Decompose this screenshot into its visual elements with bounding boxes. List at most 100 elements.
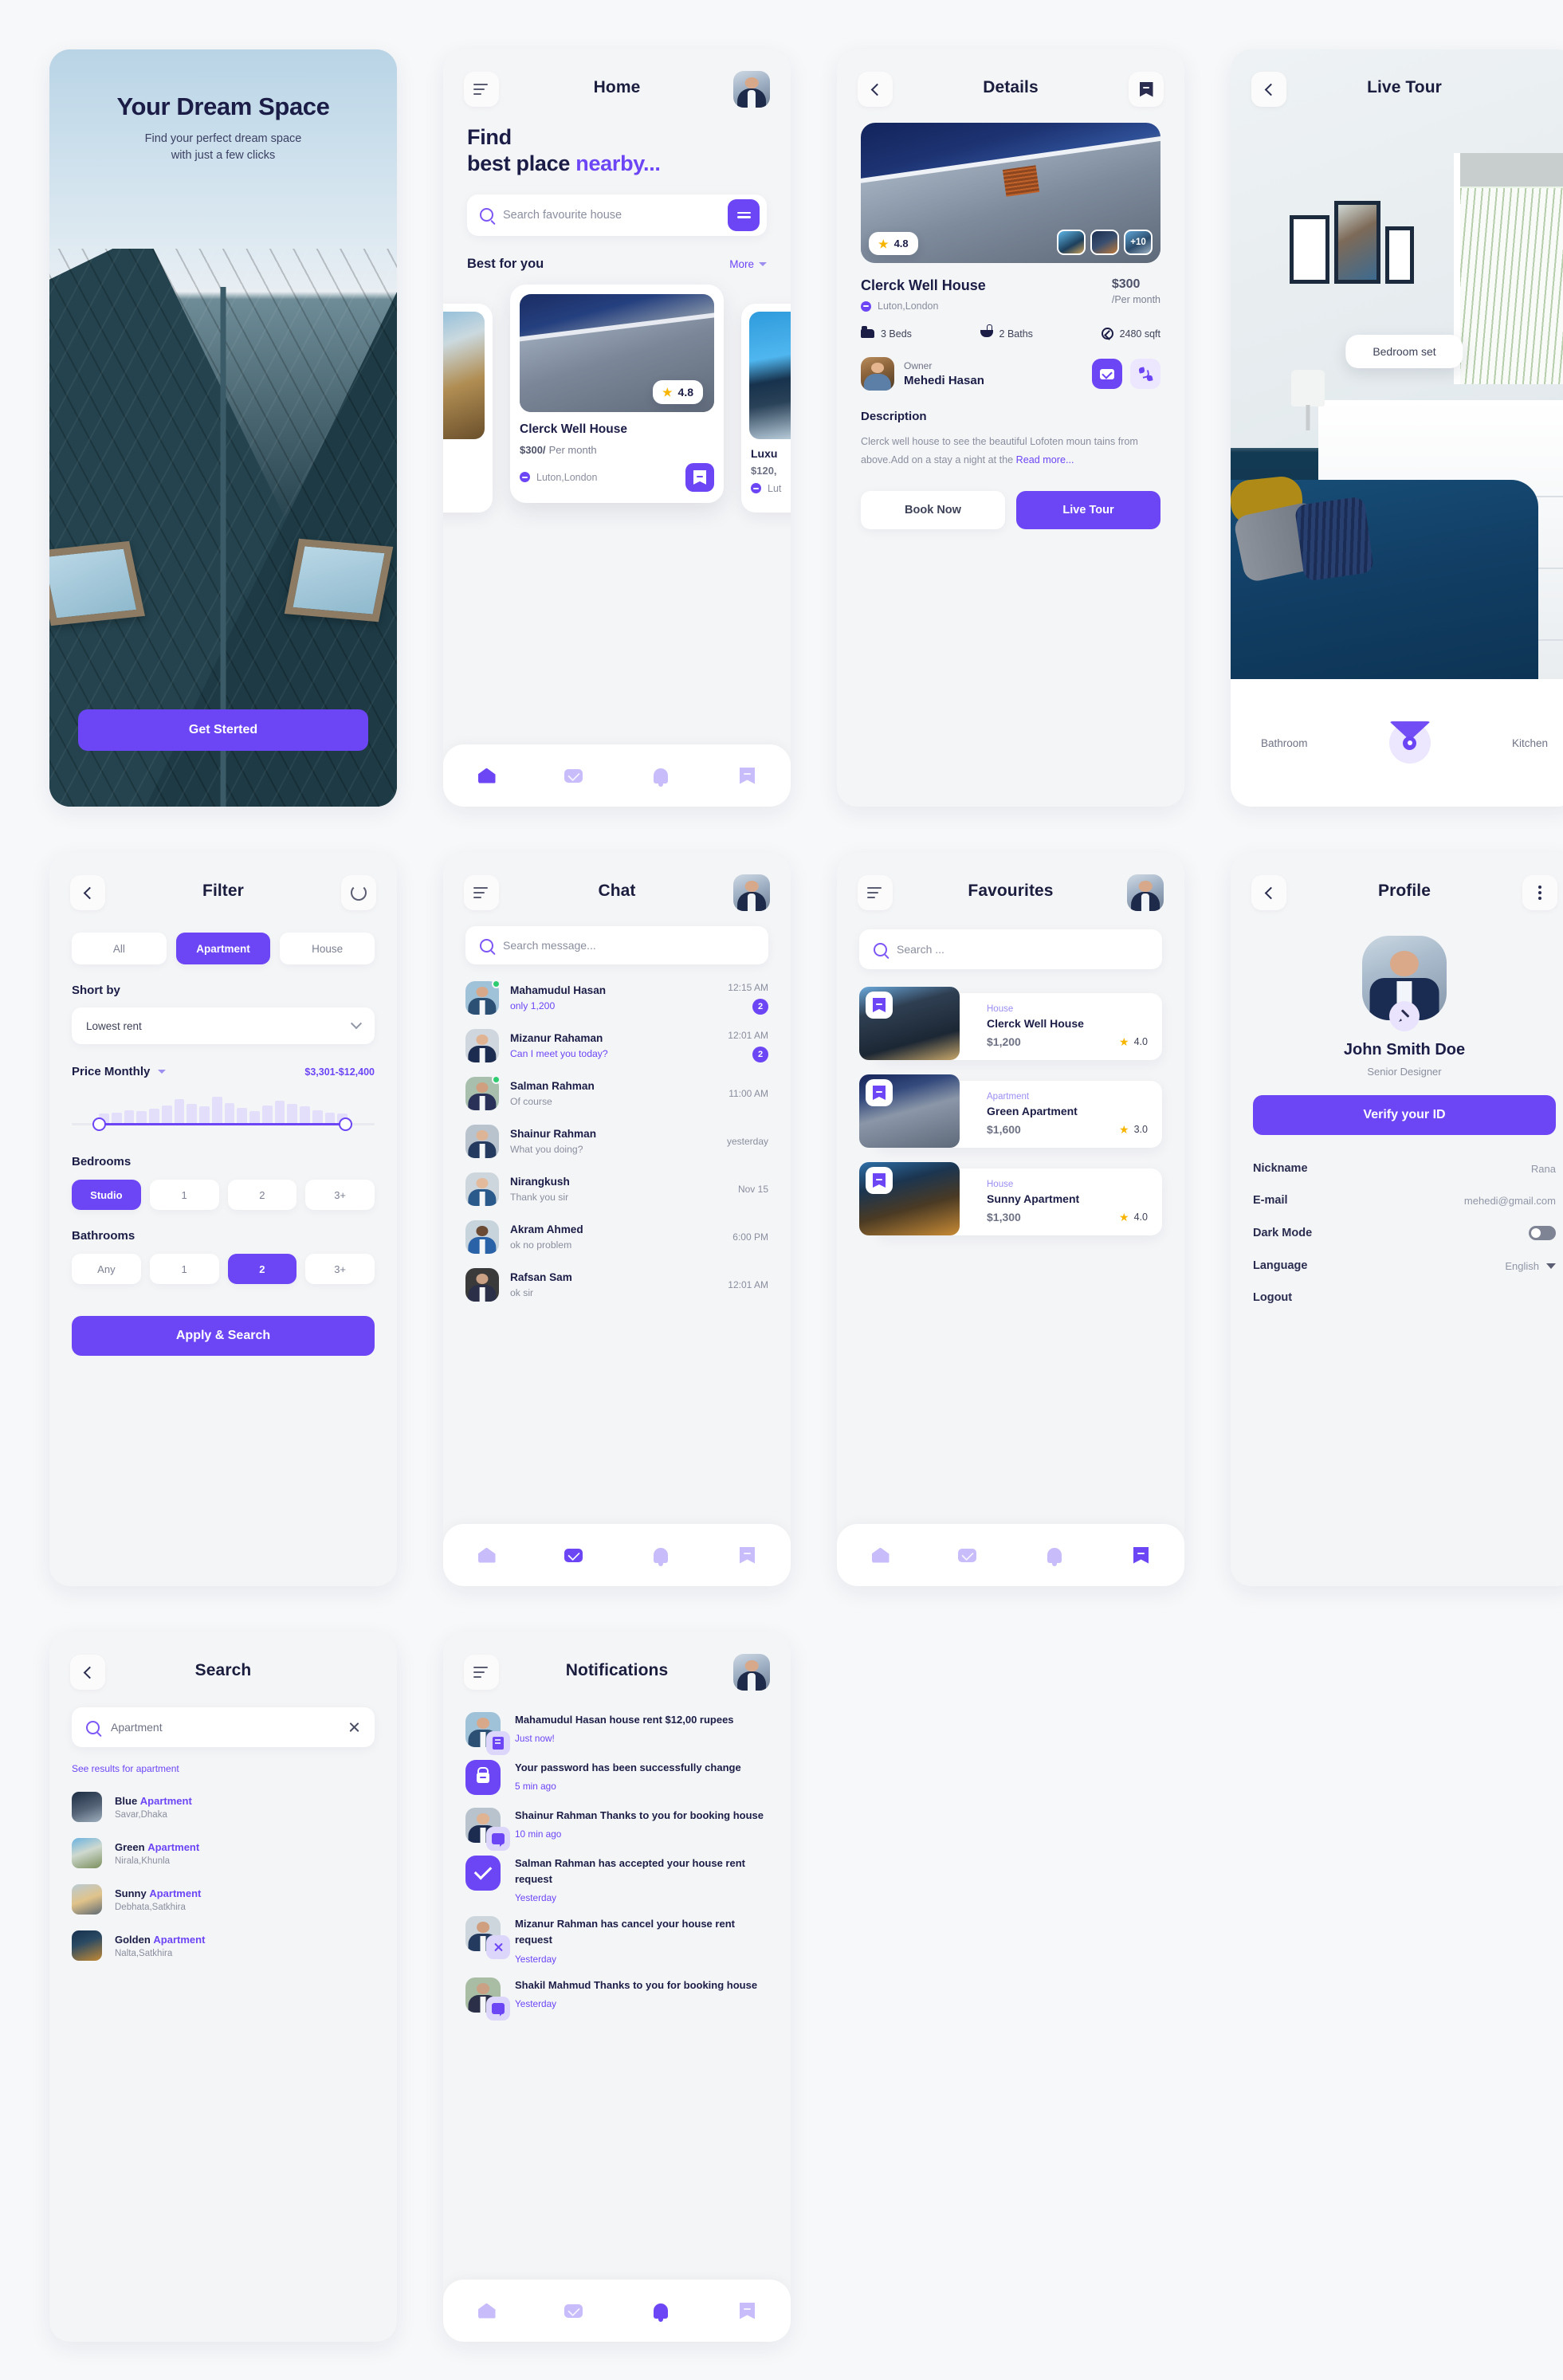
book-now-button[interactable]: Book Now (861, 490, 1005, 529)
search-result-item[interactable]: Sunny Apartment Debhata,Satkhira (72, 1878, 375, 1921)
notification-item[interactable]: Salman Rahman has accepted your house re… (465, 1856, 768, 1903)
carousel-card-left[interactable]: 0 (443, 303, 493, 513)
chat-search-bar[interactable]: Search message... (465, 926, 768, 964)
avatar[interactable] (1127, 874, 1164, 911)
bottom-tab-bar[interactable] (443, 1524, 791, 1586)
bookmark-button[interactable] (866, 1167, 893, 1194)
clear-icon[interactable] (348, 1722, 360, 1734)
bottom-tab-bar[interactable] (443, 2280, 791, 2342)
setting-language[interactable]: Language English (1253, 1259, 1556, 1272)
sort-select[interactable]: Lowest rent (72, 1007, 375, 1044)
setting-logout[interactable]: Logout (1253, 1291, 1556, 1304)
search-input[interactable]: Search favourite house (503, 209, 718, 222)
more-options-button[interactable] (1522, 875, 1557, 910)
tab-favourites[interactable] (738, 1545, 757, 1565)
chat-list-item[interactable]: Salman Rahman Of course 11:00 AM (465, 1070, 768, 1117)
tab-home[interactable] (477, 1545, 497, 1565)
notification-item[interactable]: Mahamudul Hasan house rent $12,00 rupees… (465, 1712, 768, 1755)
chat-list-item[interactable]: Rafsan Sam ok sir 12:01 AM (465, 1261, 768, 1309)
bookmark-button[interactable] (866, 1079, 893, 1106)
tab-messages[interactable] (958, 1545, 977, 1565)
slider-knob-min[interactable] (92, 1117, 106, 1131)
search-input-bar[interactable]: Apartment (72, 1707, 375, 1747)
avatar[interactable] (733, 71, 770, 108)
back-button[interactable] (70, 1655, 105, 1690)
notification-item[interactable]: Shakil Mahmud Thanks to you for booking … (465, 1977, 768, 2021)
edit-avatar-button[interactable] (1389, 1001, 1420, 1031)
avatar[interactable] (733, 1654, 770, 1691)
email-owner-button[interactable] (1092, 359, 1122, 389)
favourite-item[interactable]: Apartment Green Apartment $1,600 ★ 3.0 (859, 1074, 1162, 1148)
bedrooms-1[interactable]: 1 (149, 1180, 219, 1210)
call-owner-button[interactable] (1130, 359, 1160, 389)
bottom-tab-bar[interactable] (837, 1524, 1184, 1586)
view-direction-knob[interactable] (1388, 722, 1431, 764)
notification-item[interactable]: Shainur Rahman Thanks to you for booking… (465, 1808, 768, 1851)
back-button[interactable] (858, 72, 893, 107)
chat-list-item[interactable]: Nirangkush Thank you sir Nov 15 (465, 1165, 768, 1213)
dark-mode-toggle[interactable] (1529, 1226, 1556, 1240)
favourites-search-bar[interactable]: Search ... (859, 929, 1162, 969)
favourites-search-input[interactable]: Search ... (897, 943, 944, 956)
favourite-item[interactable]: House Sunny Apartment $1,300 ★ 4.0 (859, 1162, 1162, 1235)
tab-home[interactable] (477, 2301, 497, 2320)
tab-home[interactable] (871, 1545, 890, 1565)
search-input[interactable]: Apartment (111, 1721, 337, 1734)
price-slider[interactable] (72, 1097, 375, 1136)
tab-favourites[interactable] (738, 2301, 757, 2320)
search-result-item[interactable]: Green Apartment Nirala,Khunla (72, 1832, 375, 1875)
tab-favourites[interactable] (738, 766, 757, 785)
bathrooms-any[interactable]: Any (72, 1254, 141, 1284)
menu-button[interactable] (464, 72, 499, 107)
notification-item[interactable]: Mizanur Rahman has cancel your house ren… (465, 1916, 768, 1965)
verify-id-button[interactable]: Verify your ID (1253, 1095, 1556, 1135)
bookmark-button[interactable] (1129, 72, 1164, 107)
apply-search-button[interactable]: Apply & Search (72, 1316, 375, 1356)
bookmark-button[interactable] (866, 992, 893, 1019)
get-started-button[interactable]: Get Sterted (78, 709, 368, 751)
carousel-card-main[interactable]: ★ 4.8 Clerck Well House $300/ Per month … (510, 284, 724, 503)
tab-home[interactable] (477, 766, 497, 785)
search-result-item[interactable]: Blue Apartment Savar,Dhaka (72, 1785, 375, 1828)
slider-knob-max[interactable] (339, 1117, 352, 1131)
tab-notifications[interactable] (1045, 1545, 1064, 1565)
live-tour-button[interactable]: Live Tour (1016, 490, 1160, 529)
tour-room-left[interactable]: Bathroom (1261, 737, 1308, 749)
price-label[interactable]: Price Monthly (72, 1065, 167, 1078)
bookmark-button[interactable] (685, 462, 714, 492)
tab-notifications[interactable] (651, 766, 670, 785)
tab-messages[interactable] (564, 1545, 583, 1565)
back-button[interactable] (1251, 72, 1286, 107)
tab-favourites[interactable] (1132, 1545, 1151, 1565)
tab-messages[interactable] (564, 766, 583, 785)
tab-notifications[interactable] (651, 1545, 670, 1565)
language-value-wrap[interactable]: English (1505, 1260, 1556, 1272)
chip-apartment[interactable]: Apartment (175, 933, 271, 964)
thumbnail-2[interactable] (1090, 230, 1119, 255)
favourite-item[interactable]: House Clerck Well House $1,200 ★ 4.0 (859, 987, 1162, 1060)
setting-email[interactable]: E-mail mehedi@gmail.com (1253, 1194, 1556, 1207)
menu-button[interactable] (464, 875, 499, 910)
search-bar[interactable]: Search favourite house (467, 194, 767, 236)
bedrooms-3plus[interactable]: 3+ (305, 1180, 375, 1210)
search-result-item[interactable]: Golden Apartment Nalta,Satkhira (72, 1924, 375, 1967)
bedrooms-2[interactable]: 2 (227, 1180, 297, 1210)
setting-dark-mode[interactable]: Dark Mode (1253, 1226, 1556, 1240)
avatar[interactable] (733, 874, 770, 911)
chip-house[interactable]: House (280, 933, 375, 964)
tab-notifications[interactable] (651, 2301, 670, 2320)
thumbnail-more[interactable]: +10 (1124, 230, 1153, 255)
notification-item[interactable]: Your password has been successfully chan… (465, 1760, 768, 1795)
chat-list-item[interactable]: Shainur Rahman What you doing? yesterday (465, 1117, 768, 1165)
bottom-tab-bar[interactable] (443, 744, 791, 807)
chat-list-item[interactable]: Akram Ahmed ok no problem 6:00 PM (465, 1213, 768, 1261)
reset-button[interactable] (341, 875, 376, 910)
menu-button[interactable] (858, 875, 893, 910)
search-hint[interactable]: See results for apartment (49, 1747, 397, 1774)
photo-thumbnails[interactable]: +10 (1057, 230, 1153, 255)
back-button[interactable] (1251, 875, 1286, 910)
property-carousel[interactable]: 0 Luxu $120, Lut ★ 4.8 (443, 284, 791, 540)
more-link[interactable]: More (729, 258, 767, 270)
bathrooms-1[interactable]: 1 (149, 1254, 219, 1284)
chat-search-input[interactable]: Search message... (503, 939, 596, 952)
